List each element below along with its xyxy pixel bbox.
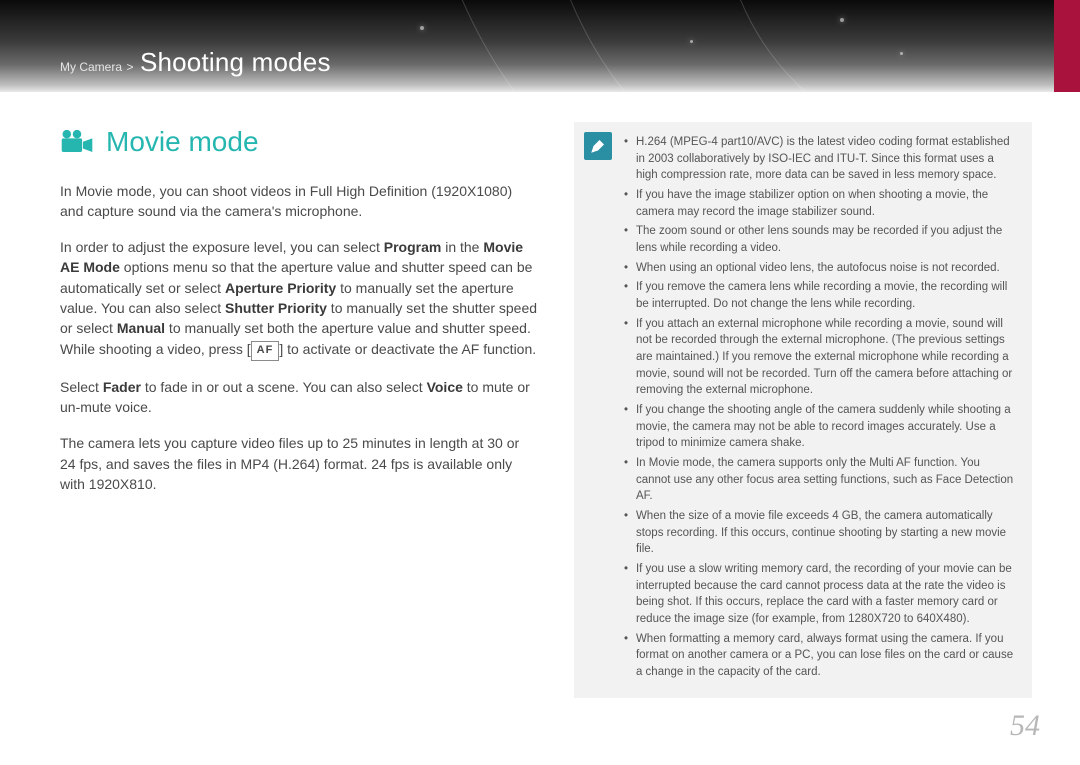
breadcrumb-title: Shooting modes — [140, 47, 331, 77]
section-title: Movie mode — [106, 122, 259, 163]
body-paragraph: The camera lets you capture video files … — [60, 433, 538, 494]
note-item: If you have the image stabilizer option … — [624, 187, 1016, 220]
section-heading: Movie mode — [60, 122, 538, 163]
note-item: If you use a slow writing memory card, t… — [624, 561, 1016, 628]
body-paragraph: In Movie mode, you can shoot videos in F… — [60, 181, 538, 222]
page-header-banner: My Camera > Shooting modes — [0, 0, 1080, 92]
note-item: If you attach an external microphone whi… — [624, 316, 1016, 399]
body-paragraph: Select Fader to fade in or out a scene. … — [60, 377, 538, 418]
note-item: In Movie mode, the camera supports only … — [624, 455, 1016, 505]
note-item: If you change the shooting angle of the … — [624, 402, 1016, 452]
main-text-column: Movie mode In Movie mode, you can shoot … — [60, 122, 538, 698]
breadcrumb-separator: > — [126, 60, 133, 74]
decorative-halo — [420, 0, 1080, 92]
note-item: When the size of a movie file exceeds 4 … — [624, 508, 1016, 558]
manual-page: My Camera > Shooting modes Movie mode In… — [0, 0, 1080, 765]
note-item: When formatting a memory card, always fo… — [624, 631, 1016, 681]
decorative-star — [900, 52, 903, 55]
notes-list: H.264 (MPEG-4 part10/AVC) is the latest … — [624, 134, 1016, 681]
note-pen-icon — [584, 132, 612, 160]
page-content: Movie mode In Movie mode, you can shoot … — [0, 92, 1080, 698]
note-item: H.264 (MPEG-4 part10/AVC) is the latest … — [624, 134, 1016, 184]
section-color-tab — [1054, 0, 1080, 92]
breadcrumb-section: My Camera — [60, 60, 122, 74]
movie-camera-icon — [60, 129, 94, 155]
notes-column: H.264 (MPEG-4 part10/AVC) is the latest … — [574, 122, 1032, 698]
af-key-icon: AF — [251, 341, 280, 361]
note-item: The zoom sound or other lens sounds may … — [624, 223, 1016, 256]
page-number: 54 — [1010, 709, 1040, 743]
decorative-star — [690, 40, 693, 43]
decorative-star — [840, 18, 844, 22]
breadcrumb: My Camera > Shooting modes — [60, 47, 331, 78]
note-item: If you remove the camera lens while reco… — [624, 279, 1016, 312]
note-item: When using an optional video lens, the a… — [624, 260, 1016, 277]
body-paragraph: In order to adjust the exposure level, y… — [60, 237, 538, 360]
decorative-star — [420, 26, 424, 30]
note-box: H.264 (MPEG-4 part10/AVC) is the latest … — [574, 122, 1032, 698]
